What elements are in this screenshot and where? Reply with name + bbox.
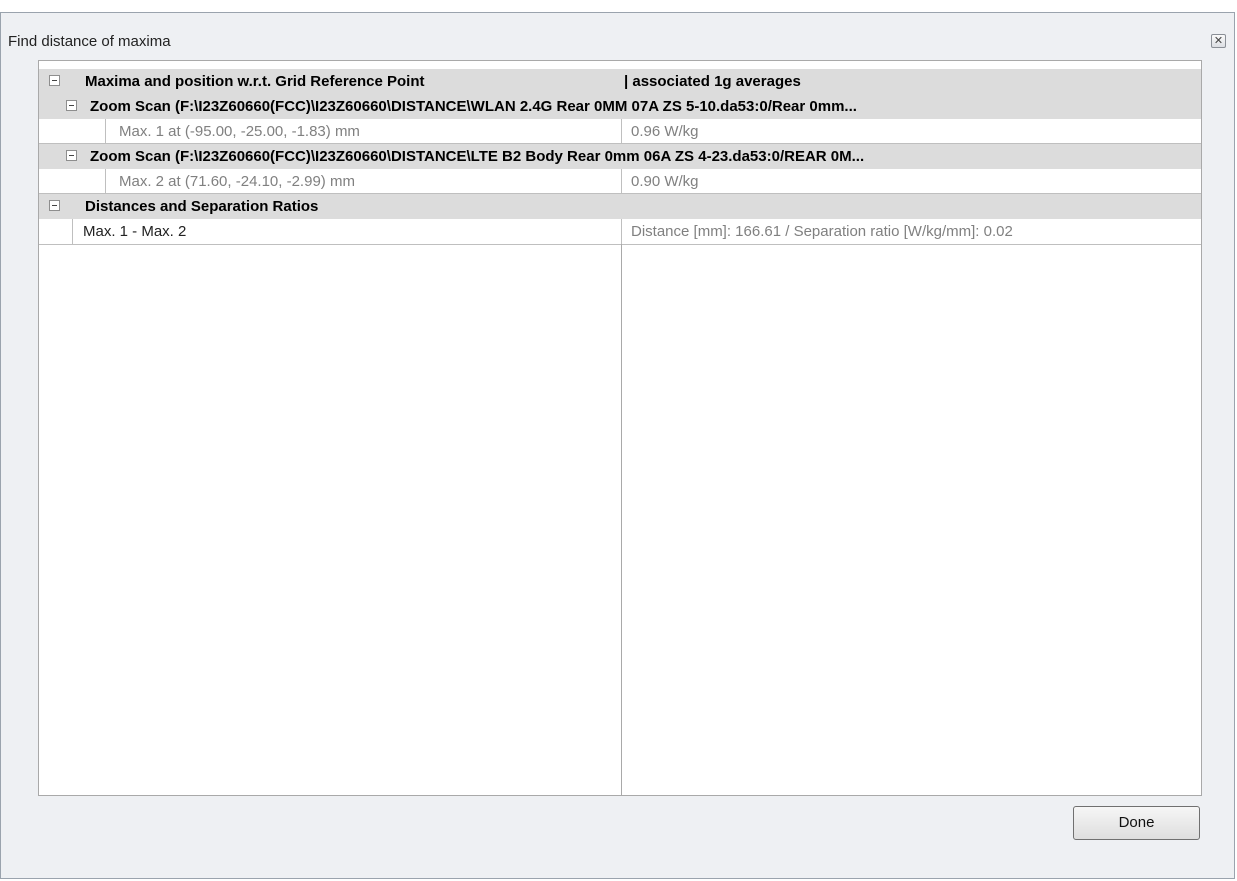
max1-label: Max. 1 at (-95.00, -25.00, -1.83) mm — [119, 123, 360, 140]
cell-divider — [621, 219, 622, 244]
tree-row-scan2[interactable]: Zoom Scan (F:\I23Z60660(FCC)\I23Z60660\D… — [39, 144, 1201, 169]
dialog-title: Find distance of maxima — [8, 33, 171, 50]
collapse-icon[interactable] — [66, 100, 77, 111]
max2-value: 0.90 W/kg — [631, 173, 699, 190]
done-button[interactable]: Done — [1073, 806, 1200, 840]
scan2-label: Zoom Scan (F:\I23Z60660(FCC)\I23Z60660\D… — [90, 148, 865, 165]
collapse-icon[interactable] — [49, 75, 60, 86]
header-right-label: | associated 1g averages — [624, 73, 801, 90]
cell-divider — [72, 219, 73, 244]
tree-row-header[interactable]: Maxima and position w.r.t. Grid Referenc… — [39, 69, 1201, 94]
tree-row-max2[interactable]: Max. 2 at (71.60, -24.10, -2.99) mm 0.90… — [39, 169, 1201, 194]
pair-label: Max. 1 - Max. 2 — [83, 223, 187, 240]
row-separator — [39, 244, 1201, 245]
cell-divider — [621, 119, 622, 144]
cell-divider — [105, 119, 106, 144]
cell-divider — [621, 169, 622, 194]
title-bar: Find distance of maxima ✕ — [1, 13, 1234, 51]
pair-value: Distance [mm]: 166.61 / Separation ratio… — [631, 223, 1013, 240]
row-separator — [39, 143, 1201, 144]
row-separator — [39, 193, 1201, 194]
column-divider — [621, 244, 622, 795]
close-icon[interactable]: ✕ — [1211, 34, 1226, 48]
header-left-label: Maxima and position w.r.t. Grid Referenc… — [85, 73, 425, 90]
cell-divider — [105, 169, 106, 194]
collapse-icon[interactable] — [49, 200, 60, 211]
distances-label: Distances and Separation Ratios — [85, 198, 319, 215]
tree-row-max1[interactable]: Max. 1 at (-95.00, -25.00, -1.83) mm 0.9… — [39, 119, 1201, 144]
max2-label: Max. 2 at (71.60, -24.10, -2.99) mm — [119, 173, 355, 190]
max1-value: 0.96 W/kg — [631, 123, 699, 140]
tree-row-distances[interactable]: Distances and Separation Ratios — [39, 194, 1201, 219]
maxima-tree-panel: Maxima and position w.r.t. Grid Referenc… — [38, 60, 1202, 796]
scan1-label: Zoom Scan (F:\I23Z60660(FCC)\I23Z60660\D… — [90, 98, 857, 115]
tree-row-scan1[interactable]: Zoom Scan (F:\I23Z60660(FCC)\I23Z60660\D… — [39, 94, 1201, 119]
tree-row-pair[interactable]: Max. 1 - Max. 2 Distance [mm]: 166.61 / … — [39, 219, 1201, 244]
collapse-icon[interactable] — [66, 150, 77, 161]
